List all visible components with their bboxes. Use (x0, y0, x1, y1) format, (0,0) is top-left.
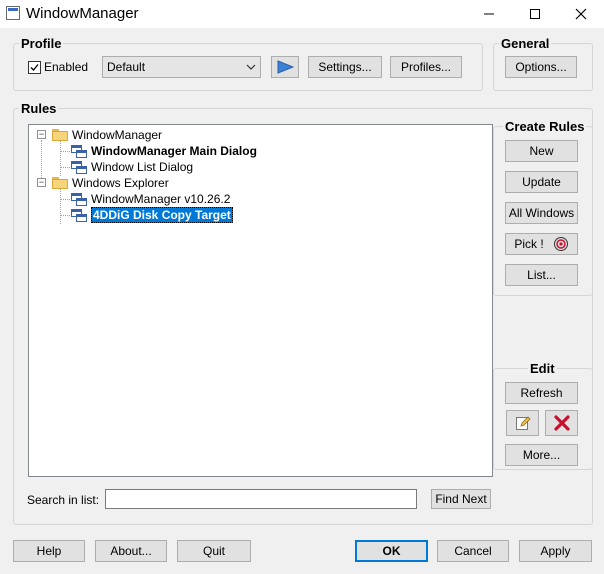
minimize-button[interactable] (466, 0, 512, 28)
tree-connector (60, 199, 70, 200)
new-rule-button[interactable]: New (505, 140, 578, 162)
folder-icon (52, 177, 68, 189)
minimize-icon (484, 13, 494, 15)
all-windows-button[interactable]: All Windows (505, 202, 578, 224)
enabled-check-box[interactable] (28, 60, 41, 74)
cancel-button[interactable]: Cancel (437, 540, 509, 562)
run-profile-button[interactable] (271, 56, 299, 78)
apply-button[interactable]: Apply (519, 540, 592, 562)
maximize-icon (530, 9, 540, 19)
app-icon (6, 6, 20, 20)
tree-node-label: Windows Explorer (72, 176, 169, 190)
search-input[interactable] (105, 489, 417, 509)
collapse-toggle[interactable]: − (37, 178, 46, 187)
target-icon (553, 237, 568, 251)
ok-button[interactable]: OK (355, 540, 428, 562)
tree-node-label: 4DDiG Disk Copy Target (91, 207, 233, 223)
tree-node-label: WindowManager v10.26.2 (91, 192, 231, 206)
red-x-icon (553, 415, 570, 431)
general-group-label: General (499, 36, 552, 51)
chevron-down-icon (246, 64, 256, 70)
search-label: Search in list: (27, 493, 100, 507)
play-icon (277, 60, 294, 74)
tree-connector (60, 188, 61, 224)
edit-group-label: Edit (528, 361, 557, 376)
pencil-icon (515, 416, 531, 430)
profile-group-label: Profile (19, 36, 64, 51)
title-bar: WindowManager (0, 0, 604, 28)
enabled-checkbox[interactable]: Enabled (28, 60, 88, 74)
refresh-button[interactable]: Refresh (505, 382, 578, 404)
more-button[interactable]: More... (505, 444, 578, 466)
options-button[interactable]: Options... (505, 56, 577, 78)
delete-rule-button[interactable] (545, 410, 578, 436)
tree-node-label: Window List Dialog (91, 160, 194, 174)
tree-connector (60, 151, 70, 152)
pick-button[interactable]: Pick ! (505, 233, 578, 255)
pick-button-label: Pick ! (514, 237, 544, 251)
window-rule-icon (71, 192, 87, 206)
rules-tree[interactable]: − WindowManager WindowManager Main Dialo… (28, 124, 493, 477)
tree-connector (60, 140, 61, 176)
list-button[interactable]: List... (505, 264, 578, 286)
profile-select[interactable]: Default (102, 56, 261, 78)
settings-button[interactable]: Settings... (308, 56, 382, 78)
create-rules-group-label: Create Rules (503, 119, 587, 134)
tree-rule-node[interactable]: WindowManager v10.26.2 (71, 191, 230, 207)
tree-connector (60, 167, 70, 168)
checkmark-icon (30, 63, 39, 71)
tree-rule-node-selected[interactable]: 4DDiG Disk Copy Target (71, 207, 233, 223)
folder-icon (52, 129, 68, 141)
update-rule-button[interactable]: Update (505, 171, 578, 193)
tree-node-label: WindowManager Main Dialog (91, 144, 257, 158)
collapse-toggle[interactable]: − (37, 130, 46, 139)
tree-folder-node[interactable]: WindowManager (52, 127, 162, 143)
maximize-button[interactable] (512, 0, 558, 28)
close-button[interactable] (558, 0, 604, 28)
window-rule-icon (71, 160, 87, 174)
tree-node-label: WindowManager (72, 128, 163, 142)
quit-button[interactable]: Quit (177, 540, 251, 562)
about-button[interactable]: About... (95, 540, 167, 562)
tree-rule-node[interactable]: Window List Dialog (71, 159, 193, 175)
window-rule-icon (71, 144, 87, 158)
close-icon (575, 8, 587, 20)
rules-group-label: Rules (19, 101, 59, 116)
enabled-label: Enabled (44, 60, 89, 74)
profile-select-value: Default (107, 60, 146, 74)
window-rule-icon (71, 208, 87, 222)
tree-rule-node[interactable]: WindowManager Main Dialog (71, 143, 257, 159)
profiles-button[interactable]: Profiles... (390, 56, 462, 78)
find-next-button[interactable]: Find Next (431, 489, 491, 509)
tree-folder-node[interactable]: Windows Explorer (52, 175, 169, 191)
help-button[interactable]: Help (13, 540, 85, 562)
tree-connector (60, 215, 70, 216)
window-title: WindowManager (26, 5, 139, 22)
edit-rule-button[interactable] (506, 410, 539, 436)
